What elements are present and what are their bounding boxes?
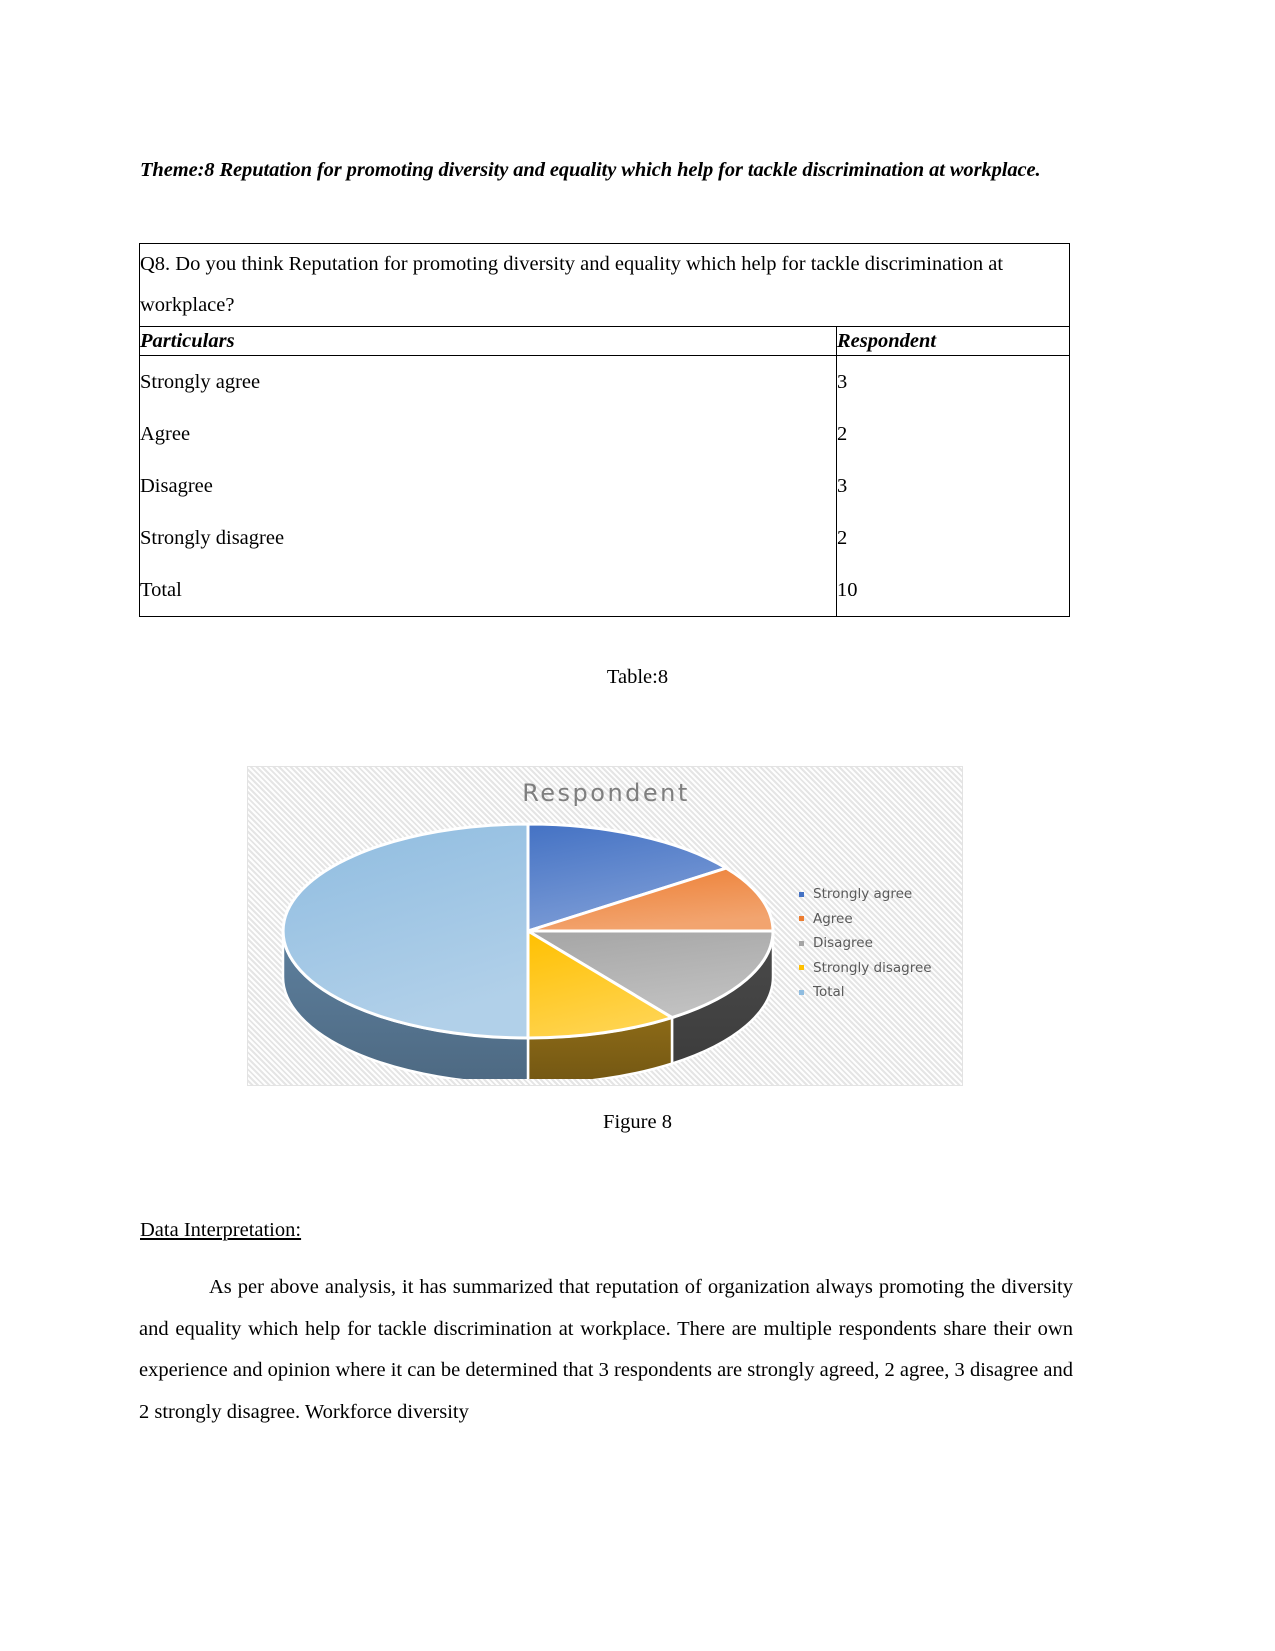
paragraph-text: As per above analysis, it has summarized… — [139, 1276, 1073, 1423]
pie-chart-graphic — [281, 822, 775, 1079]
header-particulars: Particulars — [139, 326, 837, 356]
legend-label: Strongly agree — [813, 886, 913, 903]
list-item: Disagree — [140, 475, 213, 497]
chart-title: Respondent — [522, 779, 690, 807]
legend-swatch-icon — [799, 965, 804, 971]
table-caption: Table:8 — [606, 666, 669, 688]
list-item: Agree — [140, 423, 191, 445]
list-item: 10 — [836, 579, 858, 601]
question-cell: Q8. Do you think Reputation for promotin… — [139, 243, 1070, 327]
pie-chart: Respondent Strongly agree Agree Disagree St… — [247, 766, 963, 1086]
legend-swatch-icon — [799, 989, 804, 995]
legend-label: Agree — [813, 910, 853, 927]
figure-caption: Figure 8 — [603, 1111, 672, 1133]
legend-item: Total — [799, 980, 932, 1005]
list-item: 3 — [836, 371, 848, 393]
list-item: 3 — [836, 475, 848, 497]
particulars-cell: Strongly agree Agree Disagree Strongly d… — [139, 355, 837, 617]
list-item: Strongly disagree — [140, 527, 285, 549]
theme-heading: Theme:8 Reputation for promoting diversi… — [140, 159, 1041, 181]
list-item: Strongly agree — [140, 371, 261, 393]
legend-label: Strongly disagree — [813, 959, 932, 976]
legend-item: Strongly disagree — [799, 956, 932, 981]
survey-table: Q8. Do you think Reputation for promotin… — [139, 243, 1071, 617]
table-row-header: Particulars Respondent — [139, 326, 1071, 356]
legend-item: Agree — [799, 907, 932, 932]
legend-item: Disagree — [799, 931, 932, 956]
list-item: 2 — [836, 423, 848, 445]
legend-swatch-icon — [799, 891, 804, 897]
legend-label: Disagree — [813, 935, 873, 952]
table-row-question: Q8. Do you think Reputation for promotin… — [139, 243, 1070, 327]
list-item: Total — [140, 579, 182, 601]
legend-label: Total — [813, 984, 845, 1001]
legend-swatch-icon — [799, 940, 804, 946]
header-respondent: Respondent — [835, 326, 1071, 356]
document-page: Theme:8 Reputation for promoting diversi… — [0, 0, 1275, 1651]
list-item: 2 — [836, 527, 848, 549]
data-interpretation-body: As per above analysis, it has summarized… — [139, 1267, 1073, 1433]
respondent-cell: 3 2 3 2 10 — [835, 355, 1071, 617]
table-row-data: Strongly agree Agree Disagree Strongly d… — [139, 355, 1071, 617]
chart-legend: Strongly agree Agree Disagree Strongly disa… — [799, 882, 932, 1005]
legend-swatch-icon — [799, 916, 804, 922]
legend-item: Strongly agree — [799, 882, 932, 907]
data-interpretation-heading: Data Interpretation: — [140, 1219, 302, 1241]
